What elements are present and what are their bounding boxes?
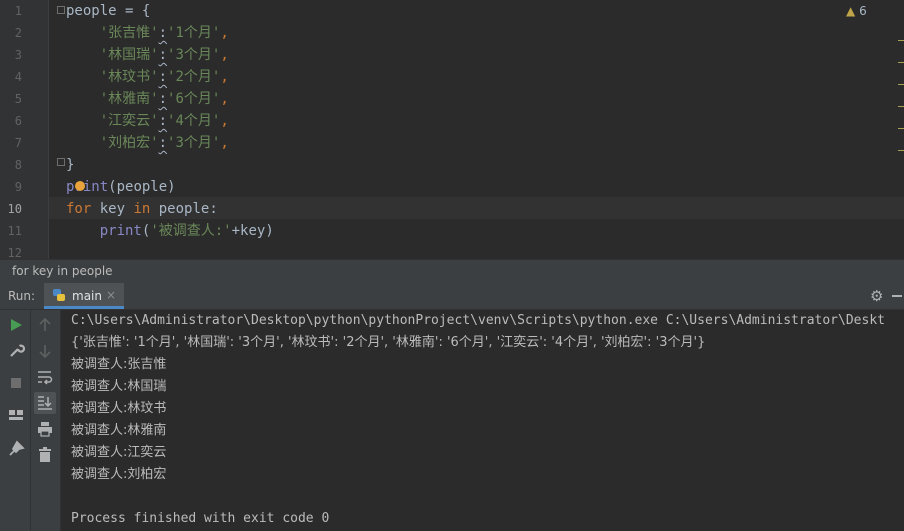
console-line-command: C:\Users\Administrator\Desktop\python\py…	[71, 313, 885, 328]
line-number: 5	[14, 92, 22, 106]
run-icon[interactable]	[7, 316, 25, 334]
line-number: 11	[7, 224, 22, 238]
line-number: 6	[14, 114, 22, 128]
warning-icon: ▲	[846, 4, 856, 18]
code-line-11: print('被调查人:'+key)	[99, 223, 274, 239]
line-number: 12	[7, 246, 22, 259]
error-stripe-mark[interactable]	[898, 62, 904, 63]
python-file-icon	[53, 289, 65, 301]
run-label: Run:	[8, 289, 36, 303]
stop-icon[interactable]	[7, 374, 25, 392]
console-line: 被调查人:刘柏宏	[71, 467, 167, 482]
error-stripe-mark[interactable]	[898, 106, 904, 107]
trash-icon[interactable]	[36, 446, 54, 464]
minimize-icon[interactable]	[892, 295, 902, 297]
line-number: 1	[14, 4, 22, 18]
error-stripe-mark[interactable]	[898, 150, 904, 151]
code-line-1: people = {	[66, 3, 151, 19]
line-number-active: 10	[7, 202, 22, 216]
code-line-4: '林玟书':'2个月',	[99, 69, 229, 85]
code-line-6: '江奕云':'4个月',	[99, 113, 229, 129]
tab-main-label: main	[72, 289, 102, 303]
bulb-icon[interactable]	[75, 181, 85, 191]
breadcrumb[interactable]: for key in people	[0, 259, 904, 283]
error-stripe-mark[interactable]	[898, 40, 904, 41]
error-stripe-mark[interactable]	[898, 84, 904, 85]
line-number: 7	[14, 136, 22, 150]
console-output[interactable]: C:\Users\Administrator\Desktop\python\py…	[61, 310, 904, 531]
up-arrow-icon[interactable]	[36, 316, 54, 334]
console-line-exit: Process finished with exit code 0	[71, 511, 330, 526]
wrench-icon[interactable]	[7, 342, 25, 360]
fold-icon[interactable]	[57, 158, 65, 166]
code-line-10: for key in people:	[66, 201, 218, 217]
error-stripe-mark[interactable]	[898, 128, 904, 129]
console-line: 被调查人:江奕云	[71, 445, 167, 460]
line-number: 2	[14, 26, 22, 40]
soft-wrap-icon[interactable]	[36, 368, 54, 386]
console-line: 被调查人:林雅南	[71, 423, 167, 438]
line-number: 9	[14, 180, 22, 194]
console-line: 被调查人:张吉惟	[71, 357, 167, 372]
pin-icon[interactable]	[7, 440, 25, 458]
tab-main[interactable]: main ×	[44, 283, 124, 309]
code-editor[interactable]: 1 2 3 4 5 6 7 8 9 10 11 12 people = { '张…	[0, 0, 904, 259]
console-line: 被调查人:林国瑞	[71, 379, 167, 394]
scroll-to-end-icon	[38, 396, 52, 410]
run-toolbar-secondary	[31, 310, 61, 531]
print-icon[interactable]	[36, 420, 54, 438]
code-line-7: '刘柏宏':'3个月',	[99, 135, 229, 151]
down-arrow-icon[interactable]	[36, 342, 54, 360]
code-line-2: '张吉惟':'1个月',	[99, 25, 229, 41]
line-number: 3	[14, 48, 22, 62]
fold-icon[interactable]	[57, 6, 65, 14]
code-line-3: '林国瑞':'3个月',	[99, 47, 229, 63]
close-icon[interactable]: ×	[106, 288, 116, 302]
scroll-to-end-toggle[interactable]	[34, 392, 56, 414]
warnings-indicator[interactable]: ▲ 6	[846, 4, 867, 18]
line-number: 8	[14, 158, 22, 172]
run-toolbar-primary	[0, 310, 31, 531]
layout-icon[interactable]	[7, 406, 25, 424]
console-line: 被调查人:林玟书	[71, 401, 167, 416]
console-line-dict: {'张吉惟': '1个月', '林国瑞': '3个月', '林玟书': '2个月…	[71, 335, 706, 350]
gear-icon[interactable]: ⚙	[870, 287, 883, 305]
code-line-5: '林雅南':'6个月',	[99, 91, 229, 107]
run-panel-header: Run: main × ⚙	[0, 283, 904, 310]
code-line-8: }	[66, 157, 75, 173]
line-number: 4	[14, 70, 22, 84]
